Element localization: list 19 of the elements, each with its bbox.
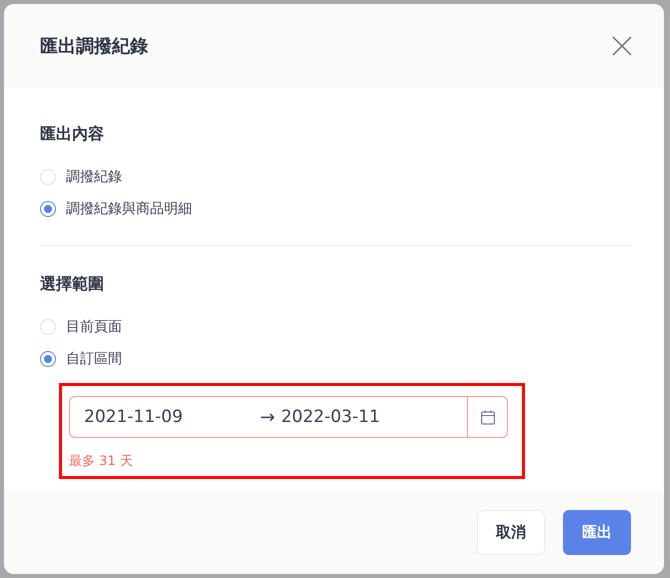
calendar-icon (480, 410, 494, 424)
option-label: 調撥紀錄 (66, 168, 122, 186)
close-icon (612, 36, 632, 56)
section-title: 匯出內容 (40, 124, 105, 145)
end-date: 2022-03-11 (281, 407, 381, 427)
option-label: 目前頁面 (66, 318, 122, 336)
section-title: 選擇範圍 (40, 274, 105, 295)
dialog-title: 匯出調撥紀錄 (40, 35, 148, 58)
radio-button[interactable] (40, 351, 56, 367)
export-button[interactable]: 匯出 (563, 510, 631, 554)
radio-button[interactable] (40, 201, 56, 217)
option-label: 自訂區間 (66, 350, 122, 368)
close-button[interactable] (610, 34, 634, 58)
option-label: 調撥紀錄與商品明細 (66, 200, 192, 218)
cancel-button[interactable]: 取消 (477, 510, 545, 554)
arrow-glyph: → (260, 406, 276, 428)
start-date: 2021-11-09 (84, 407, 184, 427)
error-message: 最多 31 天 (69, 453, 134, 470)
date-range-field[interactable]: 2021-11-09 → 2022-03-11 (69, 396, 508, 438)
